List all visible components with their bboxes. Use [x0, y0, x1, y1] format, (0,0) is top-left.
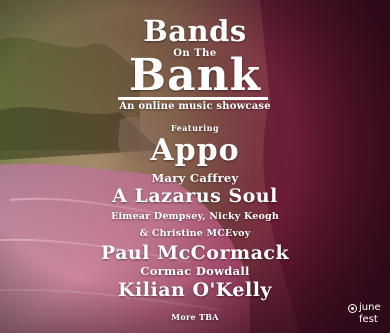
junefest-logo: june fest [348, 303, 388, 333]
artist-name: Kilian O'Kelly [118, 279, 272, 301]
logo-word-june: june [359, 302, 381, 313]
artist-name: Paul McCormack [100, 242, 290, 264]
title-bank: Bank [128, 50, 262, 101]
artist-name: A Lazarus Soul [112, 185, 278, 207]
artist-headliner: Appo [150, 133, 240, 168]
artist-name: & Christine MCEvoy [139, 228, 251, 239]
featuring-label: Featuring [170, 123, 220, 133]
title-underline [118, 97, 268, 100]
artist-name: Mary Caffrey [151, 171, 239, 185]
event-poster: Bands On The Bank An online music showca… [0, 0, 390, 333]
poster-text: Bands On The Bank An online music showca… [0, 0, 390, 333]
artist-name: Eimear Dempsey, Nicky Keogh [111, 211, 279, 222]
more-tba: More TBA [171, 312, 219, 322]
subtitle: An online music showcase [119, 101, 271, 112]
logo-word-fest: fest [359, 314, 378, 325]
logo-ring-icon [348, 304, 357, 313]
title-bands: Bands [143, 14, 247, 48]
artist-name: Cormac Dowdall [140, 264, 250, 278]
